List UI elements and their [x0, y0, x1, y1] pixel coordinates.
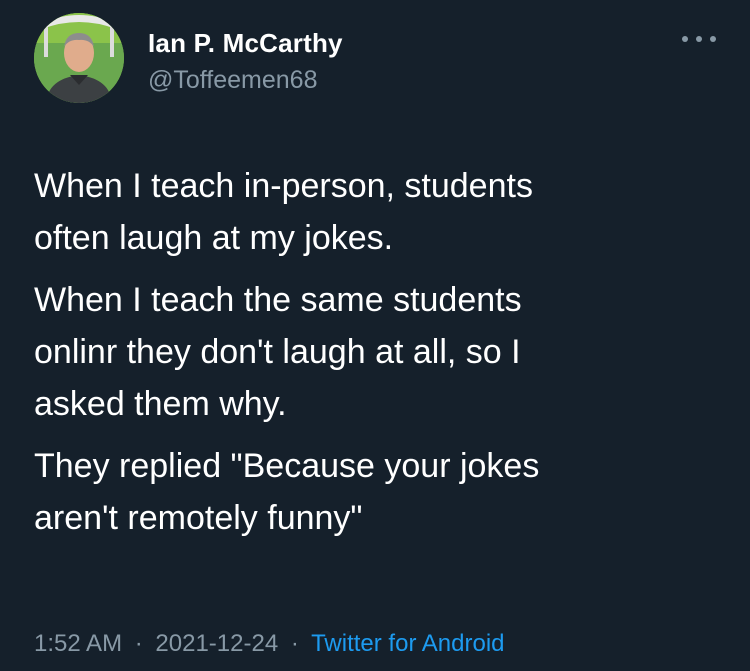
separator: ·: [290, 630, 299, 657]
more-horizontal-icon: [696, 36, 702, 42]
avatar-image: [34, 13, 124, 103]
author-name[interactable]: Ian P. McCarthy: [148, 28, 343, 59]
tweet-paragraph: When I teach in-person, students often l…: [34, 167, 533, 257]
avatar[interactable]: [34, 13, 124, 103]
tweet-time[interactable]: 1:52 AM: [34, 630, 122, 657]
tweet-source-link[interactable]: Twitter for Android: [311, 630, 504, 657]
tweet-text: When I teach in-person, students often l…: [34, 160, 724, 554]
more-horizontal-icon: [682, 36, 688, 42]
more-options-button[interactable]: [682, 32, 716, 46]
more-horizontal-icon: [710, 36, 716, 42]
tweet-metadata: 1:52 AM · 2021-12-24 · Twitter for Andro…: [34, 630, 505, 658]
tweet-paragraph: They replied "Because your jokes aren't …: [34, 447, 540, 537]
tweet-date[interactable]: 2021-12-24: [155, 630, 278, 657]
separator: ·: [134, 630, 143, 657]
author-handle[interactable]: @Toffeemen68: [148, 66, 317, 95]
tweet-card: Ian P. McCarthy @Toffeemen68 When I teac…: [0, 0, 750, 671]
tweet-paragraph: When I teach the same students onlinr th…: [34, 281, 522, 423]
